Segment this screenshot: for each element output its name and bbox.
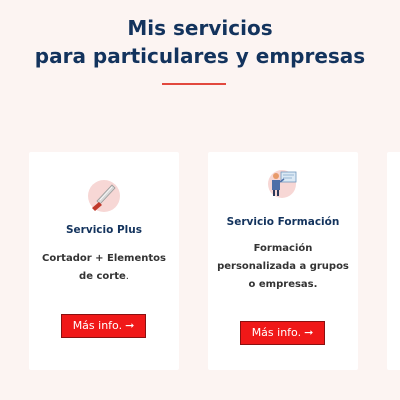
more-info-label: Más info. <box>251 326 302 339</box>
service-card-plus: Servicio Plus Cortador + Elementos de co… <box>29 152 179 370</box>
service-card-description: Cortador + Elementos de corte. <box>37 250 171 286</box>
arrow-right-icon: ➞ <box>304 326 314 339</box>
arrow-right-icon: ➞ <box>125 319 135 332</box>
description-line: Cortador + Elementos <box>42 253 166 264</box>
service-card-formacion: Servicio Formación Formación personaliza… <box>208 152 358 370</box>
description-period: . <box>125 271 129 282</box>
service-card-title: Servicio Formación <box>226 216 340 228</box>
section-title: Mis servicios para particulares y empres… <box>0 14 400 70</box>
title-divider <box>162 83 226 85</box>
services-section: Mis servicios para particulares y empres… <box>0 0 400 400</box>
section-title-line2: para particulares y empresas <box>34 44 366 68</box>
description-line: de corte <box>79 271 126 282</box>
description-line: Formación <box>253 243 313 254</box>
service-card-description: Formación personalizada a grupos o empre… <box>216 240 350 294</box>
knife-icon <box>88 180 120 212</box>
more-info-label: Más info. <box>72 319 123 332</box>
description-line: personalizada a grupos <box>217 261 349 272</box>
presenter-icon <box>268 170 297 198</box>
more-info-button[interactable]: Más info. ➞ <box>240 321 325 345</box>
description-line: o empresas. <box>248 279 318 290</box>
service-card-title: Servicio Plus <box>65 224 143 236</box>
service-card-partial <box>387 152 400 370</box>
more-info-button[interactable]: Más info. ➞ <box>61 314 146 338</box>
section-title-line1: Mis servicios <box>127 16 273 40</box>
